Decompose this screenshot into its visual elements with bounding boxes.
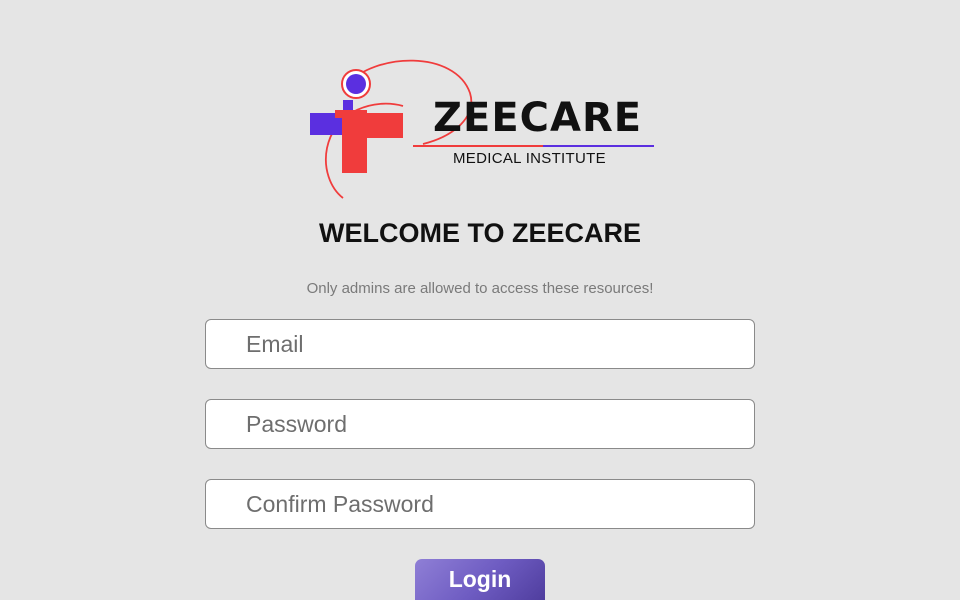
confirm-password-field[interactable] [205, 479, 755, 529]
logo-brand-text: ZEECARE [433, 95, 643, 141]
login-button[interactable]: Login [415, 559, 545, 600]
login-page: ZEECARE MEDICAL INSTITUTE WELCOME TO ZEE… [0, 0, 960, 600]
zeecare-logo: ZEECARE MEDICAL INSTITUTE [305, 58, 665, 203]
password-field[interactable] [205, 399, 755, 449]
logo-subtitle-text: MEDICAL INSTITUTE [453, 150, 606, 167]
email-field[interactable] [205, 319, 755, 369]
page-title: WELCOME TO ZEECARE [318, 218, 641, 248]
admin-notice: Only admins are allowed to access these … [306, 280, 654, 297]
